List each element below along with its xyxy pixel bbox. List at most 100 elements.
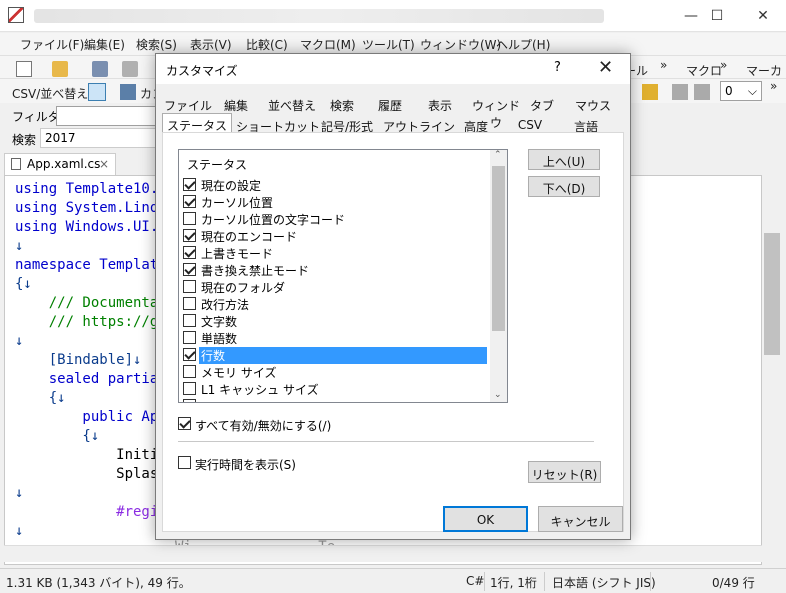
- tab-edit[interactable]: 編集: [214, 94, 258, 114]
- status-list-item[interactable]: 改行方法: [183, 295, 489, 312]
- maximize-button[interactable]: ☐: [694, 0, 740, 32]
- item-checkbox[interactable]: [183, 229, 196, 242]
- table-icon[interactable]: [120, 84, 136, 100]
- item-label: 文字数: [201, 315, 238, 329]
- tab-status[interactable]: ステータス: [162, 113, 232, 134]
- scroll-down-icon[interactable]: ⌄: [494, 390, 502, 400]
- search-input[interactable]: 2017: [40, 128, 156, 148]
- toolbar-chevron[interactable]: »: [770, 79, 777, 93]
- status-list-item[interactable]: 上書きモード: [183, 244, 489, 261]
- reset-button[interactable]: リセット(R): [528, 461, 601, 483]
- item-checkbox[interactable]: [183, 212, 196, 225]
- item-checkbox[interactable]: [183, 314, 196, 327]
- move-up-button[interactable]: 上へ(U): [528, 149, 600, 170]
- item-checkbox[interactable]: [183, 382, 196, 395]
- item-checkbox[interactable]: [183, 331, 196, 344]
- scroll-up-icon[interactable]: ⌃: [494, 150, 502, 160]
- list-scroll-thumb[interactable]: [492, 166, 505, 331]
- tab-file[interactable]: ファイル: [164, 94, 212, 114]
- macro-toolbar-label: マクロ: [686, 64, 723, 78]
- tab-window[interactable]: ウィンドウ: [468, 94, 524, 130]
- help-button[interactable]: ?: [554, 60, 561, 75]
- toggle-all-row[interactable]: すべて有効/無効にする(/): [178, 416, 378, 433]
- lock-icon[interactable]: [642, 84, 658, 100]
- menu-help[interactable]: ヘルプ(H): [496, 36, 550, 53]
- tab-mouse[interactable]: マウス: [568, 94, 618, 114]
- print-icon[interactable]: [122, 61, 138, 77]
- status-line-count: 0/49 行: [712, 576, 755, 590]
- item-checkbox[interactable]: [183, 178, 196, 191]
- menu-compare[interactable]: 比較(C): [246, 36, 288, 53]
- format-icon[interactable]: [672, 84, 688, 100]
- item-label: L1 キャッシュ サイズ: [201, 383, 319, 397]
- item-checkbox[interactable]: [183, 246, 196, 259]
- item-checkbox[interactable]: [183, 399, 196, 402]
- tab-history[interactable]: 履歴: [368, 94, 412, 114]
- customize-dialog: カスタマイズ ? ✕ ファイル 編集 並べ替え 検索 履歴 表示 ウィンドウ タ…: [155, 53, 631, 540]
- app-icon: [8, 7, 24, 23]
- editor-scroll-thumb[interactable]: [764, 233, 780, 355]
- new-file-icon[interactable]: [16, 61, 32, 77]
- menu-edit[interactable]: 編集(E): [84, 36, 125, 53]
- save-icon[interactable]: [92, 61, 108, 77]
- menu-window[interactable]: ウィンドウ(W): [420, 36, 501, 53]
- item-checkbox[interactable]: [183, 195, 196, 208]
- cancel-button[interactable]: キャンセル: [538, 506, 623, 532]
- paste-icon[interactable]: [694, 84, 710, 100]
- status-list-item[interactable]: [183, 397, 489, 402]
- status-list-item[interactable]: 書き換え禁止モード: [183, 261, 489, 278]
- status-list-item[interactable]: カーソル位置: [183, 193, 489, 210]
- item-checkbox[interactable]: [183, 280, 196, 293]
- status-list-item[interactable]: 現在のフォルダ: [183, 278, 489, 295]
- status-list-item[interactable]: 単語数: [183, 329, 489, 346]
- close-tab-icon[interactable]: ×: [99, 157, 109, 171]
- menu-search[interactable]: 検索(S): [136, 36, 177, 53]
- status-list-item[interactable]: L1 キャッシュ サイズ: [183, 380, 489, 397]
- status-items-list[interactable]: ステータス 現在の設定 カーソル位置 カーソル位置の文字コード現在のエンコード 上書き…: [178, 149, 508, 403]
- show-exec-time-label: 実行時間を表示(S): [195, 458, 296, 472]
- status-list-item[interactable]: メモリ サイズ: [183, 363, 489, 380]
- code-line: using System.Linq;: [15, 200, 167, 216]
- open-folder-icon[interactable]: [52, 61, 68, 77]
- code-line: using Windows.UI.X: [15, 219, 167, 235]
- tab-sort[interactable]: 並べ替え: [264, 94, 320, 114]
- menu-tools[interactable]: ツール(T): [362, 36, 415, 53]
- close-window-button[interactable]: ✕: [740, 0, 786, 32]
- status-list-item[interactable]: 行数: [183, 346, 489, 364]
- document-tab[interactable]: App.xaml.cs ×: [4, 153, 116, 175]
- dialog-close-button[interactable]: ✕: [598, 57, 613, 78]
- code-line: ↓: [15, 523, 24, 539]
- code-line: {↓: [15, 390, 66, 406]
- code-line: {↓: [15, 276, 32, 292]
- editor-horizontal-scrollbar[interactable]: [4, 545, 762, 562]
- list-header: ステータス: [187, 158, 248, 172]
- status-position: 1行, 1桁: [490, 576, 537, 590]
- status-list-item[interactable]: カーソル位置の文字コード: [183, 210, 489, 227]
- item-label: 現在のエンコード: [201, 230, 298, 244]
- status-list-item[interactable]: 現在の設定: [183, 176, 489, 193]
- menu-view[interactable]: 表示(V): [190, 36, 232, 53]
- item-label: メモリ サイズ: [201, 366, 277, 380]
- calendar-icon[interactable]: [88, 83, 106, 101]
- show-exec-time-row[interactable]: 実行時間を表示(S): [178, 455, 378, 472]
- item-checkbox[interactable]: [183, 365, 196, 378]
- number-combo[interactable]: 0 ⌵: [720, 81, 762, 101]
- tab-search[interactable]: 検索: [320, 94, 364, 114]
- status-list-item[interactable]: 文字数: [183, 312, 489, 329]
- item-checkbox[interactable]: [183, 297, 196, 310]
- item-label: 現在の設定: [201, 179, 262, 193]
- status-list-item[interactable]: 現在のエンコード: [183, 227, 489, 244]
- toolbar-chevron[interactable]: »: [660, 58, 667, 72]
- menu-macro[interactable]: マクロ(M): [300, 36, 356, 53]
- show-exec-time-checkbox[interactable]: [178, 456, 191, 469]
- move-down-button[interactable]: 下へ(D): [528, 176, 600, 197]
- filter-input[interactable]: [56, 106, 156, 126]
- item-checkbox[interactable]: [183, 263, 196, 276]
- item-checkbox[interactable]: [183, 348, 196, 361]
- tab-tab[interactable]: タブ: [524, 94, 560, 114]
- menu-file[interactable]: ファイル(F): [20, 36, 84, 53]
- toolbar-chevron[interactable]: »: [720, 58, 727, 72]
- toggle-all-checkbox[interactable]: [178, 417, 191, 430]
- ok-button[interactable]: OK: [443, 506, 528, 532]
- tab-display[interactable]: 表示: [418, 94, 462, 114]
